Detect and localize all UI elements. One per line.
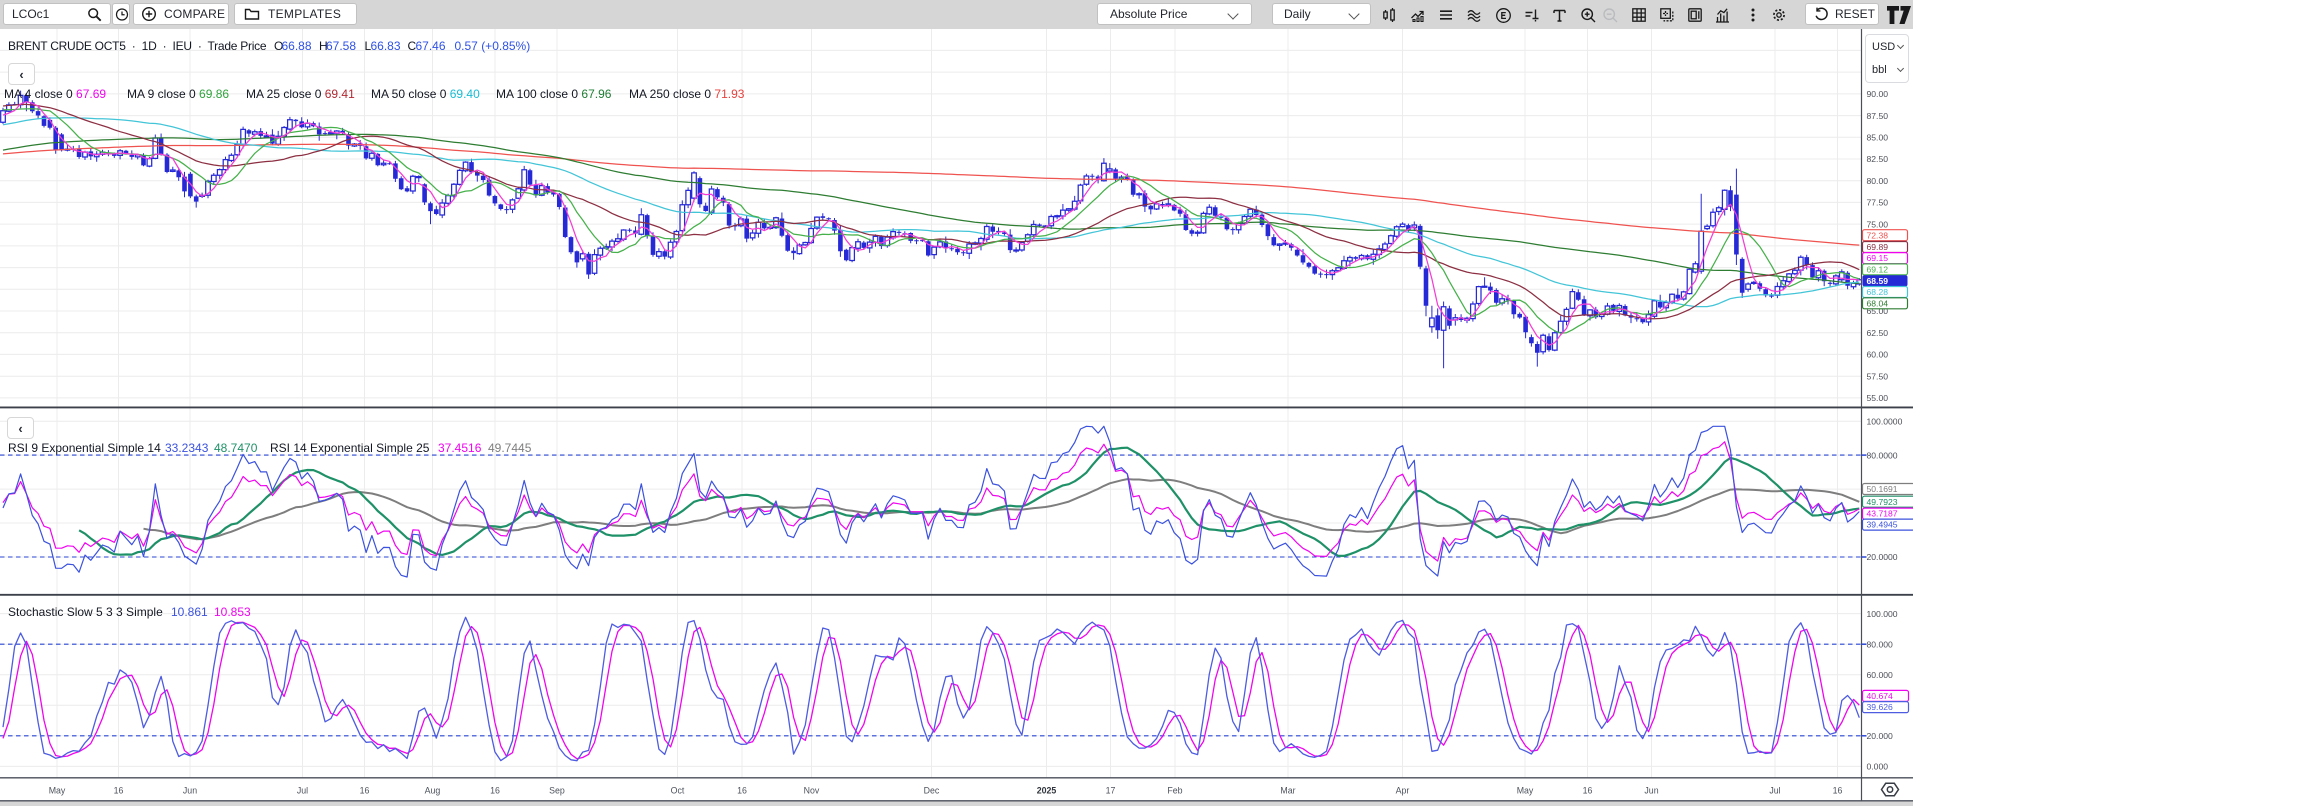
svg-text:90.00: 90.00 [1867, 89, 1889, 99]
svg-text:Dec: Dec [924, 786, 940, 796]
svg-text:62.50: 62.50 [1867, 328, 1889, 338]
svg-text:Feb: Feb [1167, 786, 1182, 796]
svg-text:May: May [1517, 786, 1534, 796]
svg-text:60.000: 60.000 [1867, 670, 1894, 680]
svg-text:Mar: Mar [1280, 786, 1295, 796]
svg-text:43.7187: 43.7187 [1867, 509, 1898, 519]
svg-text:Jul: Jul [297, 786, 308, 796]
svg-text:Nov: Nov [804, 786, 820, 796]
svg-text:May: May [49, 786, 66, 796]
svg-text:100.0000: 100.0000 [1867, 416, 1903, 426]
svg-text:20.000: 20.000 [1867, 731, 1894, 741]
svg-text:Jun: Jun [183, 786, 197, 796]
svg-text:16: 16 [490, 786, 500, 796]
svg-text:80.000: 80.000 [1867, 639, 1894, 649]
svg-text:69.15: 69.15 [1867, 253, 1889, 263]
svg-text:16: 16 [114, 786, 124, 796]
svg-text:39.4945: 39.4945 [1867, 520, 1898, 530]
svg-text:16: 16 [1583, 786, 1593, 796]
svg-text:57.50: 57.50 [1867, 371, 1889, 381]
svg-text:69.89: 69.89 [1867, 242, 1889, 252]
svg-text:16: 16 [737, 786, 747, 796]
svg-text:85.00: 85.00 [1867, 133, 1889, 143]
svg-text:82.50: 82.50 [1867, 154, 1889, 164]
svg-text:40.674: 40.674 [1867, 691, 1894, 701]
svg-text:Aug: Aug [425, 786, 441, 796]
svg-text:16: 16 [1833, 786, 1843, 796]
svg-text:55.00: 55.00 [1867, 393, 1889, 403]
svg-text:Apr: Apr [1396, 786, 1410, 796]
svg-text:17: 17 [1106, 786, 1116, 796]
svg-text:68.28: 68.28 [1867, 287, 1889, 297]
svg-text:Jun: Jun [1644, 786, 1658, 796]
svg-text:Jul: Jul [1769, 786, 1780, 796]
svg-text:Sep: Sep [549, 786, 565, 796]
svg-text:Oct: Oct [671, 786, 685, 796]
svg-text:77.50: 77.50 [1867, 198, 1889, 208]
svg-text:68.04: 68.04 [1867, 298, 1889, 308]
svg-text:80.00: 80.00 [1867, 176, 1889, 186]
svg-text:75.00: 75.00 [1867, 219, 1889, 229]
svg-text:100.000: 100.000 [1867, 609, 1898, 619]
svg-text:72.38: 72.38 [1867, 230, 1889, 240]
svg-text:87.50: 87.50 [1867, 111, 1889, 121]
svg-text:0.000: 0.000 [1867, 762, 1889, 772]
svg-text:49.7923: 49.7923 [1867, 497, 1898, 507]
svg-text:20.0000: 20.0000 [1867, 552, 1898, 562]
svg-text:80.0000: 80.0000 [1867, 450, 1898, 460]
svg-text:16: 16 [360, 786, 370, 796]
svg-text:39.626: 39.626 [1867, 702, 1894, 712]
svg-text:69.12: 69.12 [1867, 265, 1889, 275]
svg-text:60.00: 60.00 [1867, 350, 1889, 360]
svg-text:68.59: 68.59 [1867, 276, 1889, 286]
svg-text:50.1691: 50.1691 [1867, 484, 1898, 494]
svg-text:2025: 2025 [1037, 786, 1057, 796]
